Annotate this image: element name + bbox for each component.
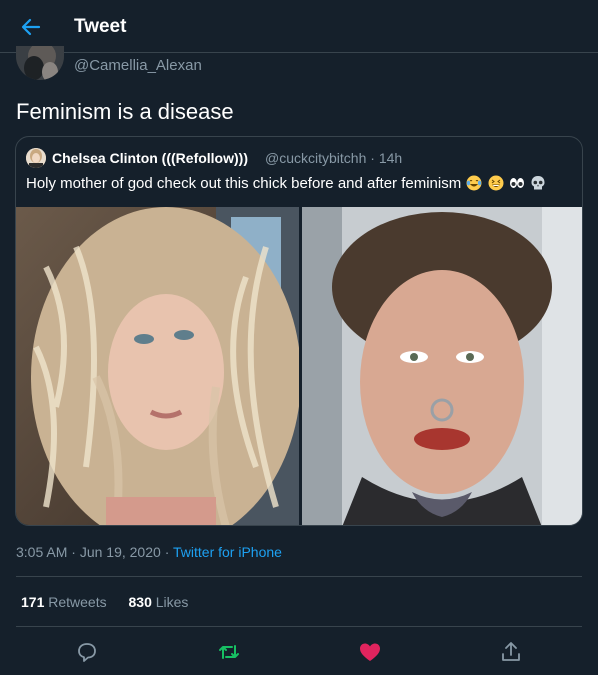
share-button[interactable] (499, 640, 523, 664)
arrow-left-icon (21, 18, 41, 36)
tweet-source-link[interactable]: Twitter for iPhone (173, 544, 282, 560)
tweet-date[interactable]: Jun 19, 2020 (80, 544, 161, 560)
separator: · (370, 150, 375, 166)
quoted-avatar (26, 148, 46, 168)
likes-stat[interactable]: 830 Likes (129, 594, 189, 610)
author-avatar[interactable] (16, 46, 64, 80)
quoted-text-body: Holy mother of god check out this chick … (26, 175, 462, 192)
divider (16, 626, 582, 627)
like-icon (360, 643, 380, 661)
quoted-time: 14h (378, 150, 403, 166)
quoted-image-after[interactable] (302, 207, 582, 525)
quoted-name: Chelsea Clinton (((Refollow))) (52, 150, 248, 166)
tweet-time[interactable]: 3:05 AM (16, 544, 67, 560)
eyes-icon (509, 178, 524, 188)
retweet-icon (219, 645, 239, 659)
tweet-text: Feminism is a disease (16, 99, 234, 124)
like-button[interactable] (358, 640, 382, 664)
quoted-handle: @cuckcitybitchh (265, 150, 367, 166)
quoted-image-before[interactable] (16, 207, 299, 525)
likes-count: 830 (128, 594, 152, 610)
share-icon (502, 642, 520, 661)
page-title: Tweet (74, 16, 127, 37)
reply-button[interactable] (75, 640, 99, 664)
quoted-meta: @cuckcitybitchh · 14h (265, 150, 402, 166)
quoted-tweet[interactable]: Chelsea Clinton (((Refollow))) @cuckcity… (15, 136, 583, 526)
separator: · (164, 544, 170, 560)
quoted-text: Holy mother of god check out this chick … (26, 175, 546, 192)
retweet-button[interactable] (217, 640, 241, 664)
retweets-count: 171 (21, 594, 45, 610)
likes-label: Likes (155, 594, 189, 610)
tweet-timestamp: 3:05 AM · Jun 19, 2020 · Twitter for iPh… (16, 544, 282, 560)
divider (16, 576, 582, 577)
reply-icon (78, 643, 96, 662)
header: Tweet (0, 0, 598, 53)
retweets-label: Retweets (48, 594, 107, 610)
grinning-squinting-face-icon (488, 175, 504, 191)
retweets-stat[interactable]: 171 Retweets (21, 594, 107, 610)
skull-icon (531, 176, 545, 190)
back-button[interactable] (18, 14, 44, 40)
tweet-stats: 171 Retweets 830 Likes (21, 594, 206, 610)
author-handle[interactable]: @Camellia_Alexan (74, 57, 202, 74)
face-with-tears-of-joy-icon (466, 175, 482, 191)
separator: · (71, 544, 76, 560)
